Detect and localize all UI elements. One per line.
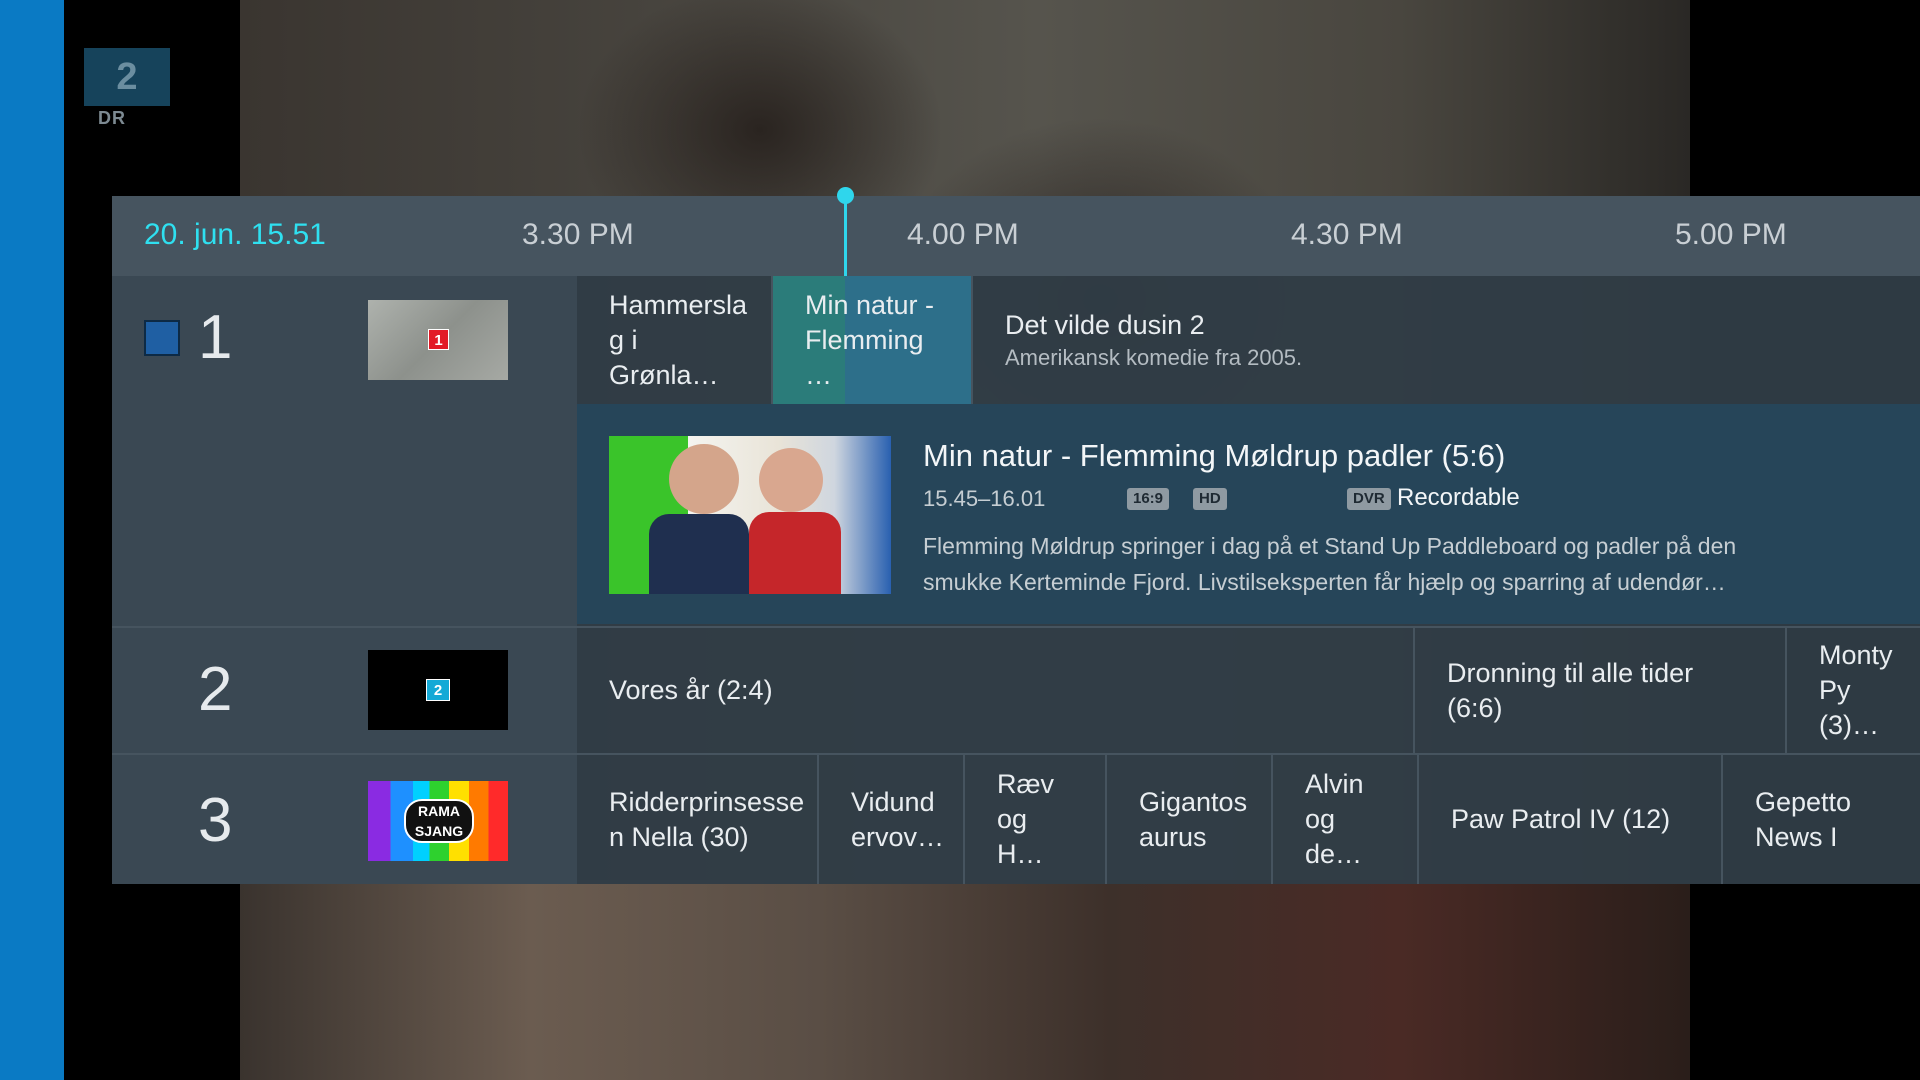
time-tick: 4.30 PM <box>1291 218 1403 251</box>
epg-guide: 20. jun. 15.51 3.30 PM 4.00 PM 4.30 PM 5… <box>112 187 1920 884</box>
program-cell[interactable]: Dronning til alle tider (6:6) <box>1415 628 1787 753</box>
program-detail-panel: Min natur - Flemming Møldrup padler (5:6… <box>577 404 1920 624</box>
program-cell[interactable]: Alvin og de… <box>1273 755 1419 884</box>
program-cell[interactable]: Gepetto News I <box>1723 755 1920 884</box>
channel-number: 2 <box>198 655 233 724</box>
channel-lineup-icon <box>144 320 180 356</box>
video-frame-lower <box>240 880 1690 1080</box>
time-tick: 3.30 PM <box>522 218 634 251</box>
now-indicator-dot <box>837 187 854 204</box>
time-tick: 4.00 PM <box>907 218 1019 251</box>
program-title: Vores år (2:4) <box>609 675 773 705</box>
program-cell[interactable]: Ridderprinsesse n Nella (30) <box>577 755 819 884</box>
program-title: Min natur - Flemming … <box>805 289 935 390</box>
program-title: Dronning til alle tider (6:6) <box>1447 657 1694 723</box>
program-subtitle: Amerikansk komedie fra 2005. <box>1005 344 1303 370</box>
program-title: Gepetto News I <box>1755 786 1852 852</box>
program-cell[interactable]: Det vilde dusin 2 Amerikansk komedie fra… <box>973 276 1920 404</box>
detail-title: Min natur - Flemming Møldrup padler (5:6… <box>923 438 1506 473</box>
thumb-person-body <box>749 512 841 594</box>
program-thumbnail <box>609 436 891 594</box>
aspect-ratio-badge: 16:9 <box>1127 488 1170 510</box>
program-cell-selected[interactable]: Min natur - Flemming … <box>773 276 973 404</box>
program-row-2: Vores år (2:4) Dronning til alle tider (… <box>577 626 1920 753</box>
program-cell[interactable]: Monty Py (3)… <box>1787 628 1920 753</box>
time-bar: 20. jun. 15.51 3.30 PM 4.00 PM 4.30 PM 5… <box>112 187 1920 276</box>
detail-time: 15.45–16.01 <box>923 486 1046 511</box>
program-title: Gigantos aurus <box>1139 786 1248 852</box>
channel-row-1[interactable]: 1 1 <box>112 276 577 626</box>
channel-row-3[interactable]: 3 RAMA SJANG <box>112 753 577 884</box>
current-date-time: 20. jun. 15.51 <box>144 218 326 251</box>
detail-description: Flemming Møldrup springer i dag på et St… <box>923 533 1737 595</box>
channel-watermark-logo: 2 <box>84 48 170 106</box>
channel-logo-dr2: 2 <box>368 650 508 730</box>
program-cell[interactable]: Vidund ervov… <box>819 755 965 884</box>
channel-row-2[interactable]: 2 2 <box>112 626 577 753</box>
left-accent-strip <box>0 0 64 1080</box>
channel-logo-badge: 1 <box>428 329 449 350</box>
program-row-3: Ridderprinsesse n Nella (30) Vidund ervo… <box>577 753 1920 884</box>
time-tick: 5.00 PM <box>1675 218 1787 251</box>
program-row-1: Hammersla g i Grønla… Min natur - Flemmi… <box>577 276 1920 404</box>
program-title: Det vilde dusin 2 <box>1005 309 1205 340</box>
thumb-person-head <box>759 448 823 512</box>
program-cell[interactable]: Paw Patrol IV (12) <box>1419 755 1723 884</box>
watermark-brand: DR <box>98 108 126 128</box>
program-title: Ræv og H… <box>997 769 1055 869</box>
channel-logo-badge: 2 <box>426 679 450 701</box>
now-indicator-line <box>844 196 847 276</box>
channel-logo-ramasjang: RAMA SJANG <box>368 781 508 861</box>
program-cell[interactable]: Gigantos aurus <box>1107 755 1273 884</box>
thumb-person-head <box>669 444 739 514</box>
recordable-label: Recordable <box>1397 484 1520 511</box>
channel-number: 1 <box>198 303 233 372</box>
program-title: Ridderprinsesse n Nella (30) <box>609 786 805 852</box>
hd-badge: HD <box>1193 488 1227 510</box>
program-title: Vidund ervov… <box>851 786 945 852</box>
program-title: Paw Patrol IV (12) <box>1451 804 1671 834</box>
channel-logo-dr1: 1 <box>368 300 508 380</box>
program-cell[interactable]: Hammersla g i Grønla… <box>577 276 773 404</box>
thumb-person-body <box>649 514 749 594</box>
program-title: Hammersla g i Grønla… <box>609 289 748 390</box>
program-cell[interactable]: Ræv og H… <box>965 755 1107 884</box>
dvr-badge: DVR <box>1347 488 1391 510</box>
watermark-number: 2 <box>116 55 138 98</box>
channel-logo-badge: RAMA SJANG <box>404 799 474 843</box>
program-title: Alvin og de… <box>1305 769 1364 869</box>
channel-number: 3 <box>198 786 233 855</box>
program-title: Monty Py (3)… <box>1819 640 1893 740</box>
program-cell[interactable]: Vores år (2:4) <box>577 628 1415 753</box>
